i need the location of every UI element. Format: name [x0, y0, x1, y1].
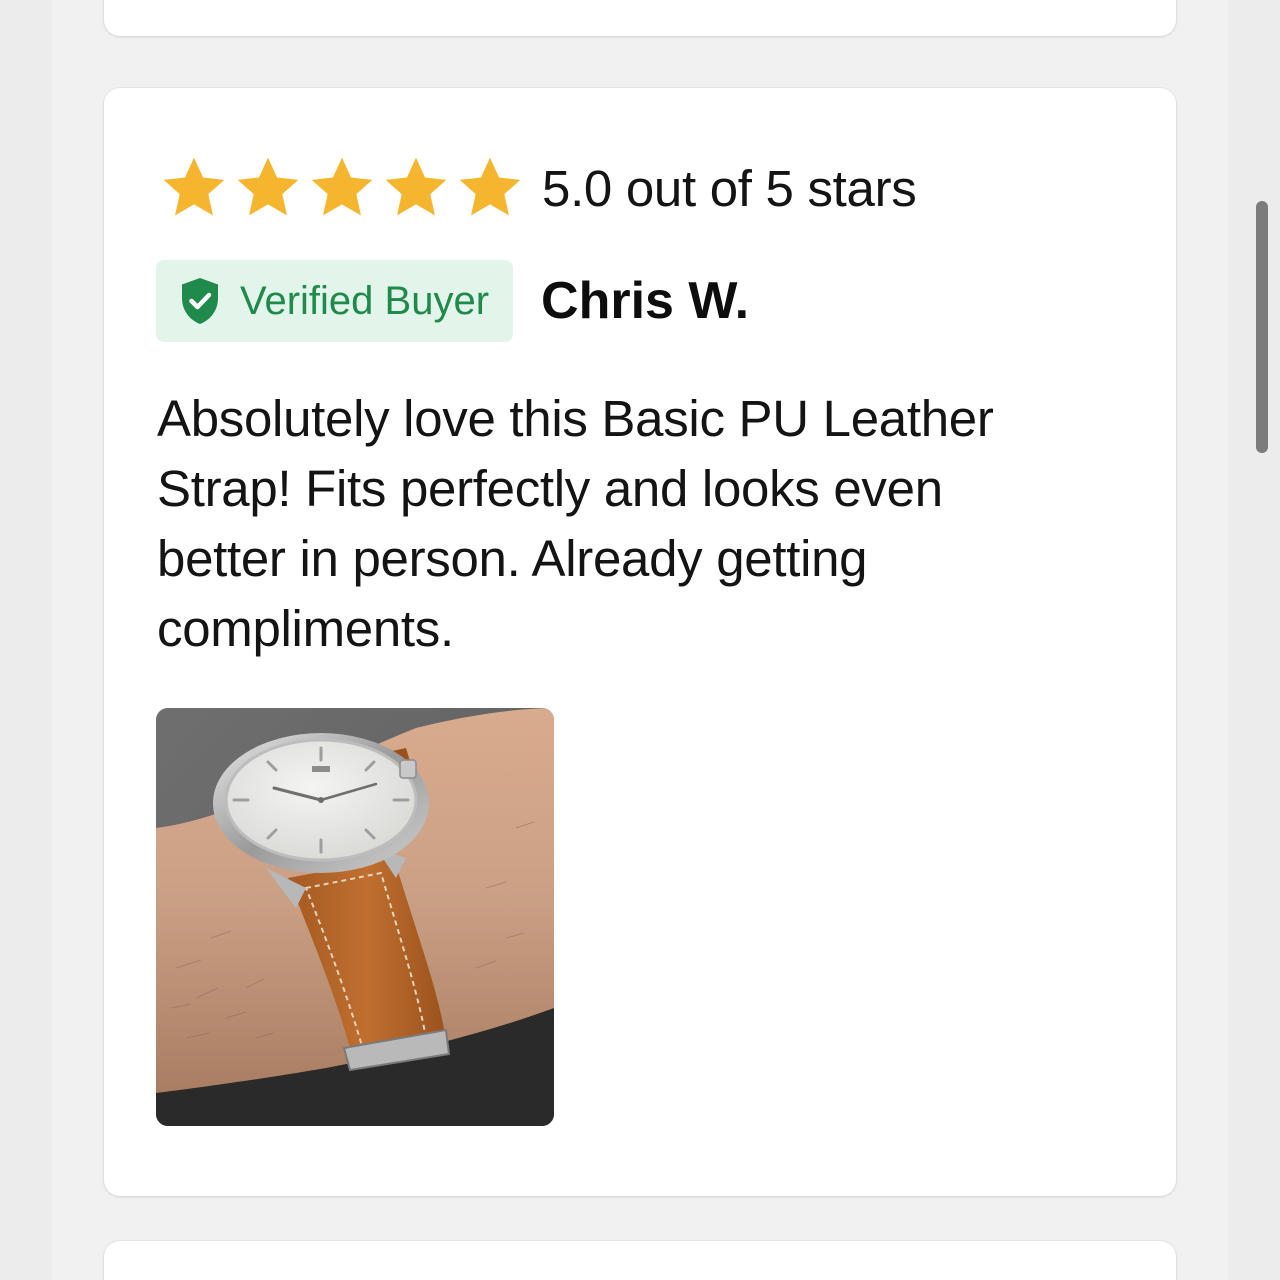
rating-text: 5.0 out of 5 stars — [542, 159, 917, 217]
review-photo[interactable] — [156, 708, 554, 1126]
rating-row: 5.0 out of 5 stars — [158, 152, 917, 224]
review-card: 5.0 out of 5 stars Verified Buyer Chris … — [104, 88, 1176, 1196]
wristwatch-photo-icon — [156, 708, 554, 1126]
reviews-page: 5.0 out of 5 stars Verified Buyer Chris … — [0, 0, 1280, 1280]
star-icon — [385, 157, 447, 216]
verified-buyer-label: Verified Buyer — [240, 278, 490, 323]
star-icon — [459, 157, 521, 216]
scrollbar-thumb[interactable] — [1256, 201, 1268, 453]
review-text: Absolutely love this Basic PU Leather St… — [157, 390, 994, 657]
star-icon — [163, 157, 225, 216]
star-icon — [311, 157, 373, 216]
reviewer-row: Verified Buyer Chris W. — [156, 260, 749, 342]
star-rating — [158, 153, 528, 223]
previous-review-card — [104, 0, 1176, 36]
next-review-card — [104, 1241, 1176, 1280]
reviewer-name: Chris W. — [541, 272, 750, 330]
scrollbar-track[interactable] — [1252, 0, 1270, 1280]
star-icon — [237, 157, 299, 216]
shield-check-icon — [182, 278, 218, 324]
verified-buyer-badge: Verified Buyer — [156, 260, 514, 342]
